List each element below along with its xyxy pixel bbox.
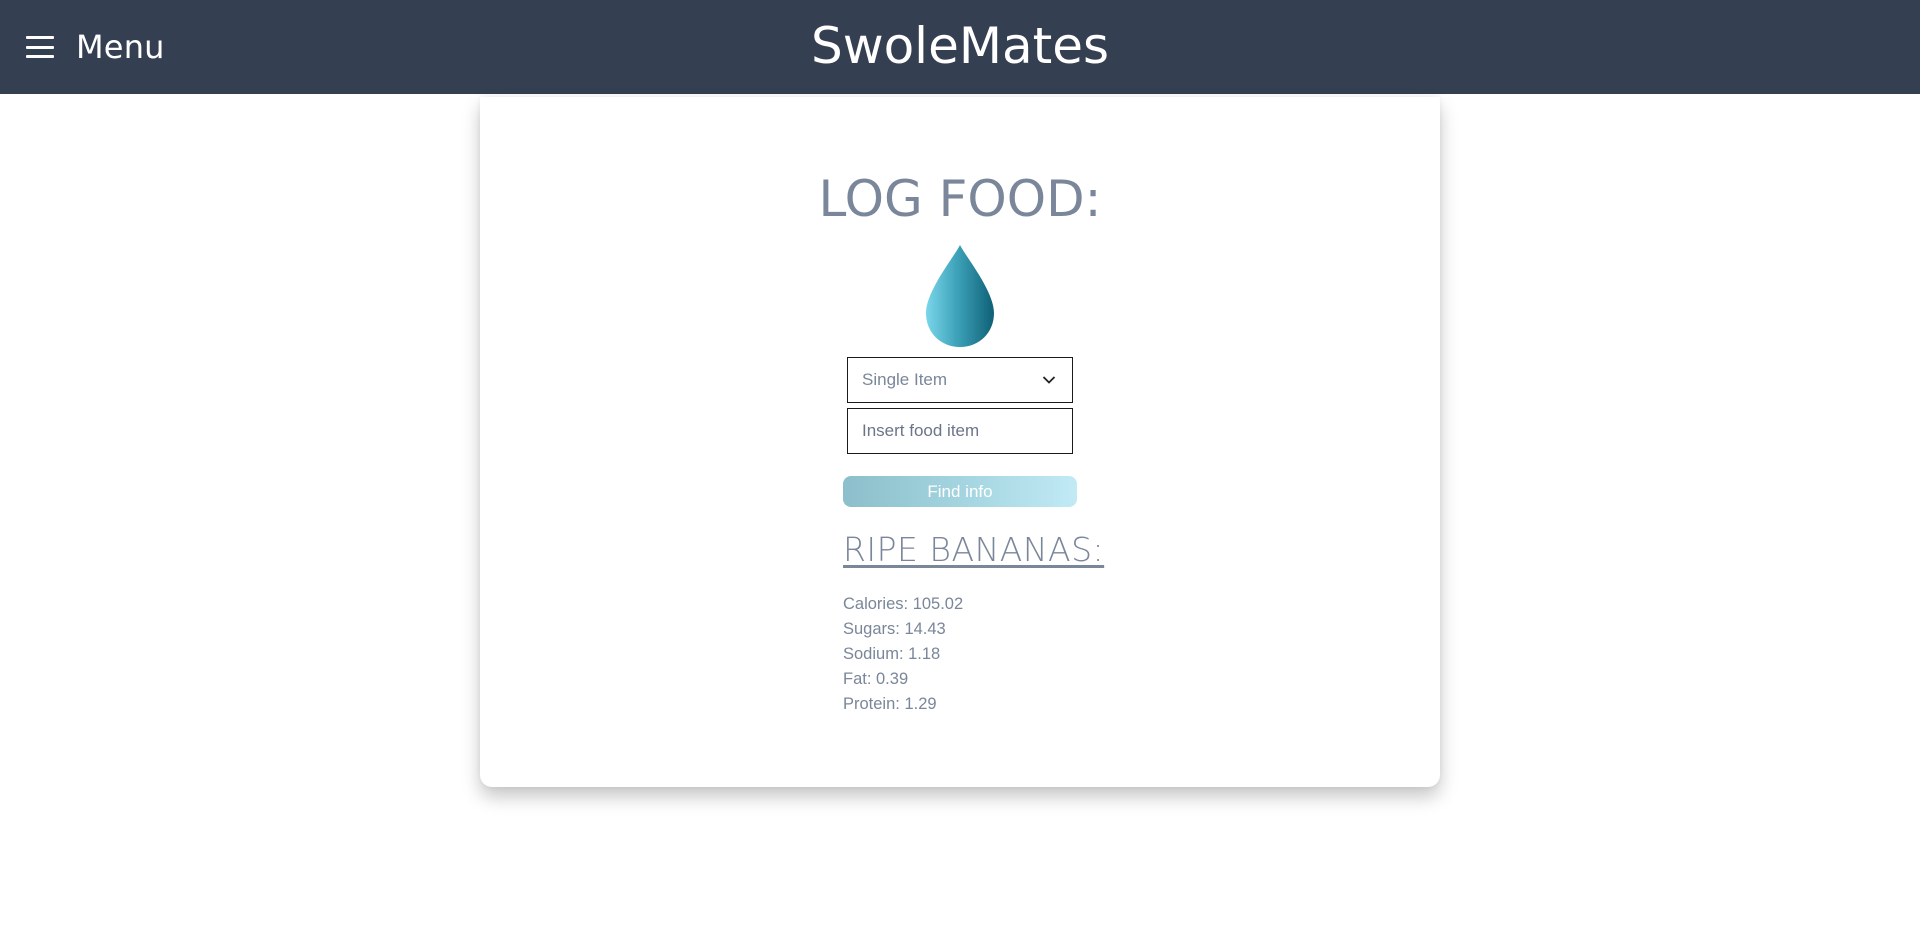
log-food-card: LOG FOOD: Single Item Find info RIPE BAN… (480, 97, 1440, 787)
nutrient-sugars: Sugars: 14.43 (843, 620, 946, 638)
nutrient-calories: Calories: 105.02 (843, 595, 964, 613)
result-food-title: RIPE BANANAS: (843, 530, 1105, 569)
page-heading: LOG FOOD: (818, 170, 1102, 228)
chevron-down-icon (1042, 376, 1056, 384)
app-title: SwoleMates (810, 17, 1110, 75)
nutrient-fat: Fat: 0.39 (843, 670, 909, 688)
item-mode-select[interactable]: Single Item (847, 357, 1073, 403)
nutrient-sodium: Sodium: 1.18 (843, 645, 941, 663)
item-mode-selected: Single Item (862, 370, 948, 389)
nutrient-protein: Protein: 1.29 (843, 695, 937, 713)
water-drop-icon (926, 245, 994, 347)
food-item-input[interactable] (847, 408, 1073, 454)
top-nav-bar: Menu SwoleMates (0, 0, 1920, 94)
find-info-button[interactable]: Find info (843, 476, 1077, 507)
nutrient-list: Calories: 105.02 Sugars: 14.43 Sodium: 1… (843, 592, 963, 717)
